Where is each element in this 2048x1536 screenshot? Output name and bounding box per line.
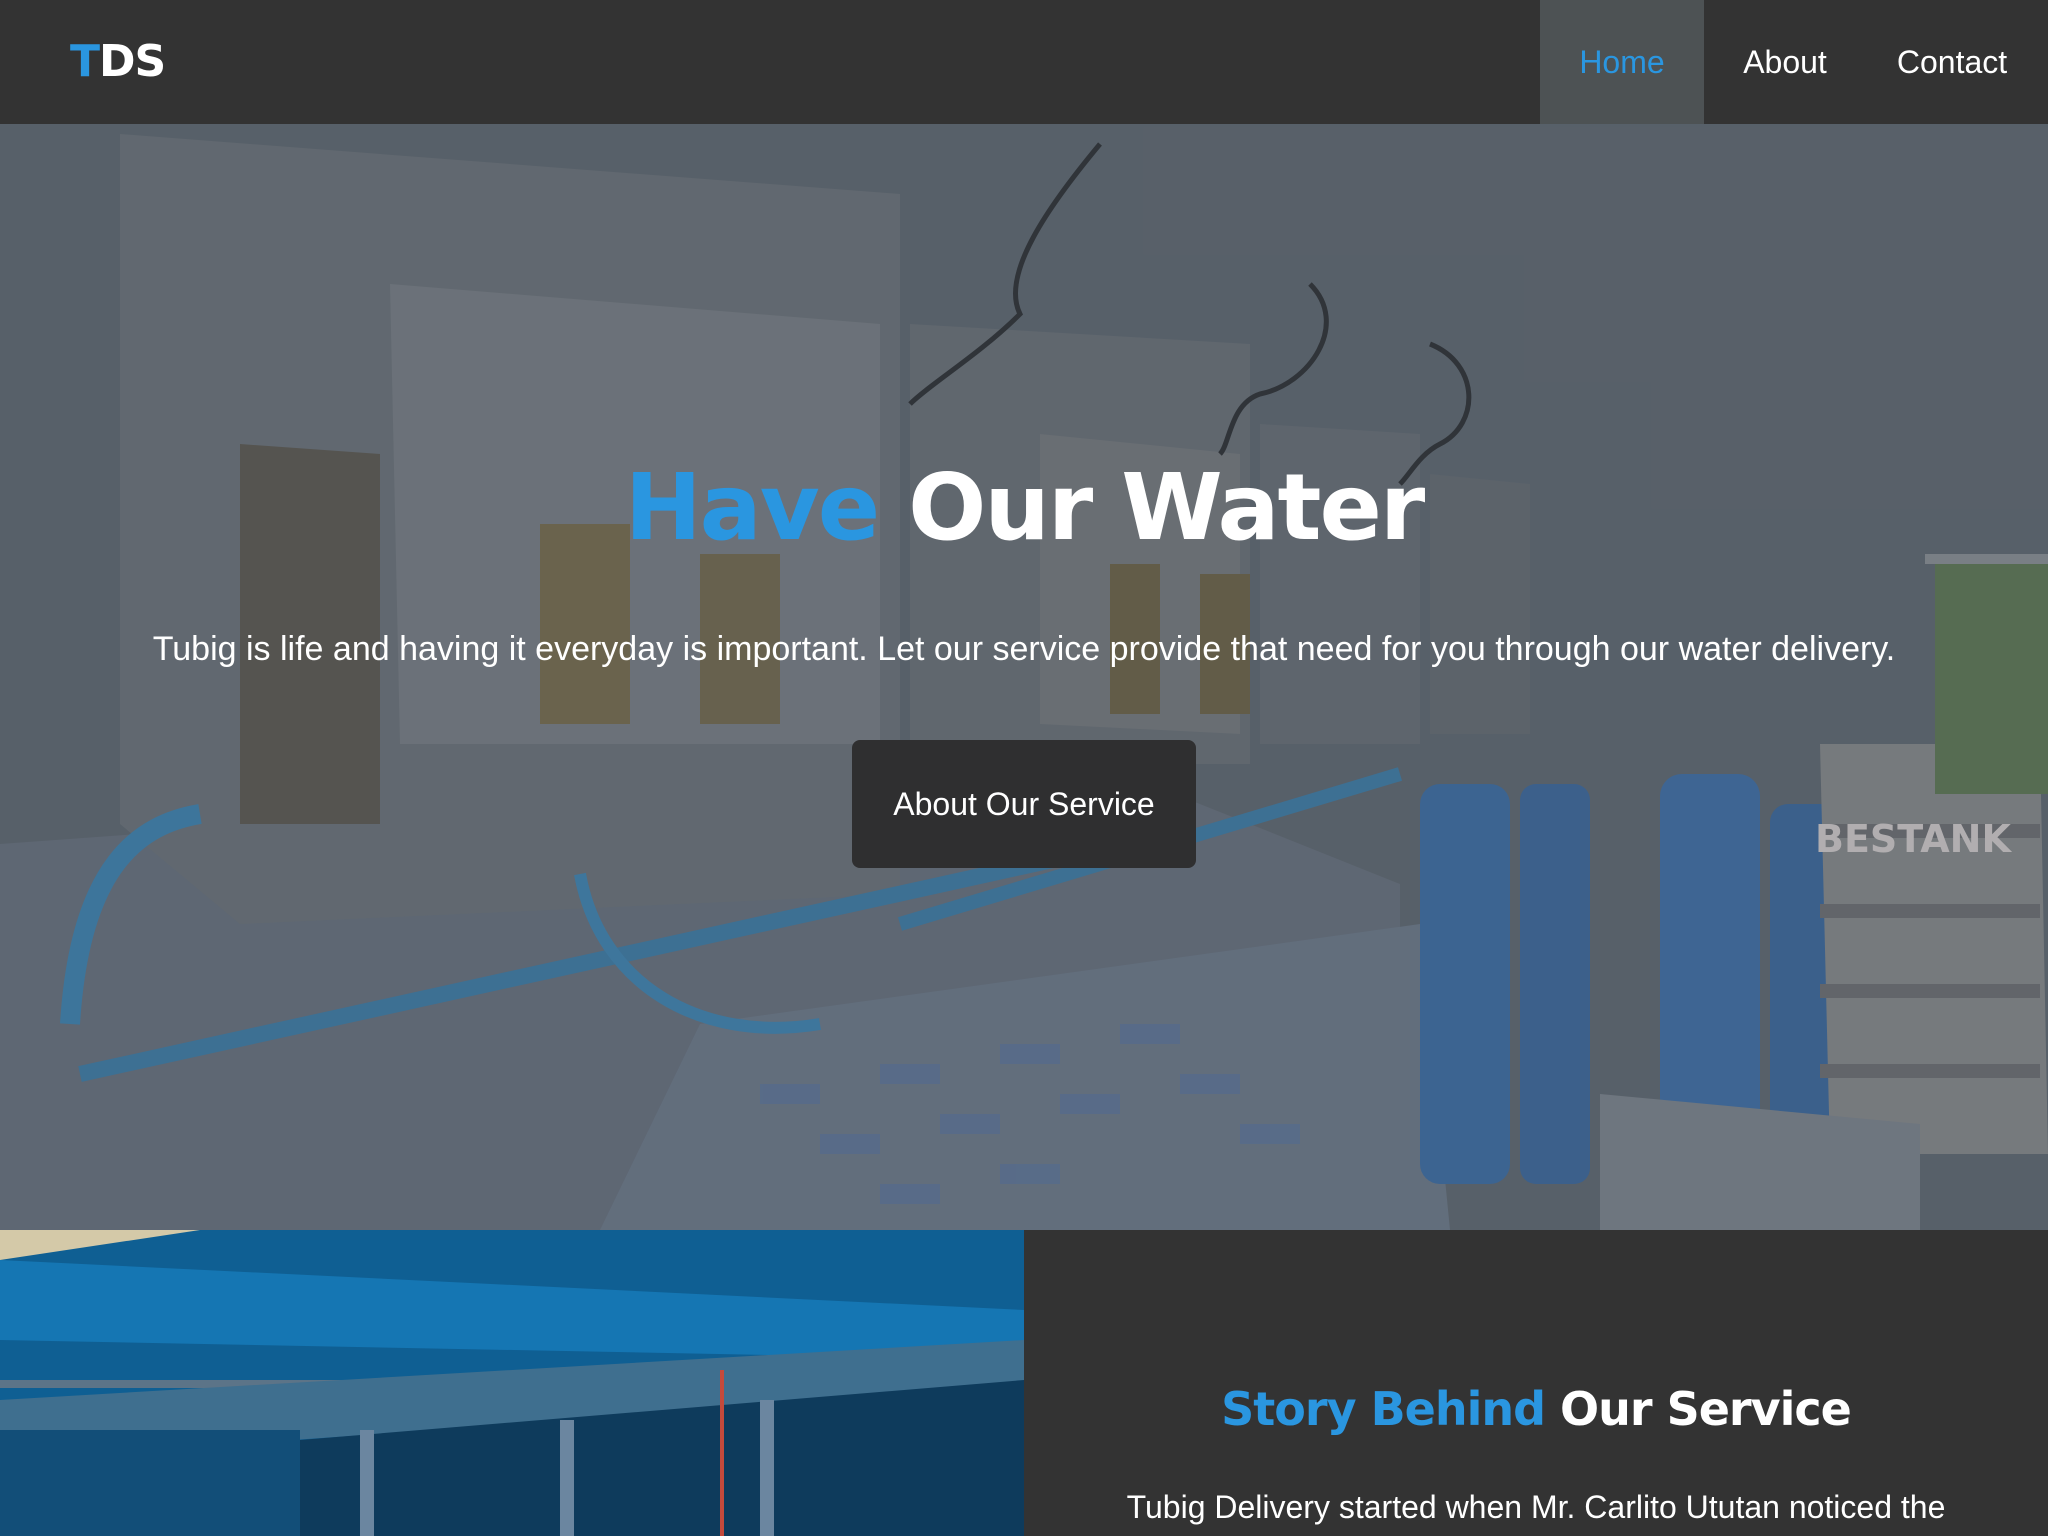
story-text: Tubig Delivery started when Mr. Carlito … — [1126, 1489, 1946, 1525]
nav-item-about[interactable]: About — [1704, 0, 1866, 124]
story-image — [0, 1230, 1024, 1536]
hero-content: Have Our Water Tubig is life and having … — [0, 124, 2048, 1230]
hero-tagline: Tubig is life and having it everyday is … — [152, 630, 1896, 668]
story-title-rest: Our Service — [1560, 1382, 1852, 1436]
nav-item-home[interactable]: Home — [1540, 0, 1704, 124]
story-title: Story Behind Our Service — [1024, 1386, 2048, 1432]
site-header: TDS Home About Contact — [0, 0, 2048, 124]
nav-item-contact[interactable]: Contact — [1866, 0, 2048, 124]
logo-first-letter: T — [70, 36, 100, 87]
hero-title-accent: Have — [624, 454, 880, 561]
site-logo[interactable]: TDS — [70, 40, 166, 84]
story-panel: Story Behind Our Service Tubig Delivery … — [1024, 1230, 2048, 1536]
about-service-button[interactable]: About Our Service — [852, 740, 1196, 868]
story-photo-graphic — [0, 1230, 1024, 1536]
story-title-accent: Story Behind — [1221, 1382, 1546, 1436]
hero-title: Have Our Water — [0, 462, 2048, 554]
hero-title-rest: Our Water — [908, 454, 1425, 561]
logo-rest: DS — [99, 36, 166, 87]
main-nav: Home About Contact — [1540, 0, 2048, 124]
hero-section: BESTANK Have Our Water Tubig is life and… — [0, 124, 2048, 1230]
